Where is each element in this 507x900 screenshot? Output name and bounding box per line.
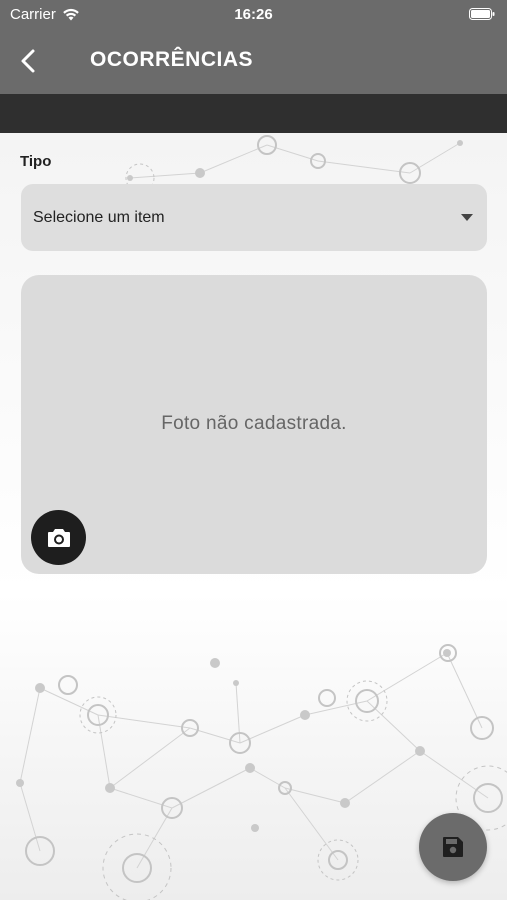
chevron-left-icon (21, 49, 35, 73)
photo-empty-text: Foto não cadastrada. (161, 413, 347, 434)
caret-down-icon (461, 214, 473, 221)
app-header: OCORRÊNCIAS (0, 28, 507, 94)
status-time: 16:26 (234, 6, 273, 23)
status-bar: Carrier 16:26 (0, 0, 507, 28)
tipo-label: Tipo (20, 153, 52, 170)
photo-area: Foto não cadastrada. (21, 275, 487, 574)
header-subbar (0, 94, 507, 133)
camera-button[interactable] (31, 510, 86, 565)
main-content: Tipo Selecione um item Foto não cadastra… (0, 133, 507, 900)
save-button[interactable] (419, 813, 487, 881)
camera-icon (47, 528, 70, 547)
tipo-select-value: Selecione um item (33, 209, 165, 226)
tipo-select[interactable]: Selecione um item (21, 184, 487, 251)
floppy-disk-icon (443, 837, 463, 857)
battery-icon (469, 8, 495, 20)
back-button[interactable] (14, 46, 44, 76)
page-title: OCORRÊNCIAS (90, 48, 254, 71)
